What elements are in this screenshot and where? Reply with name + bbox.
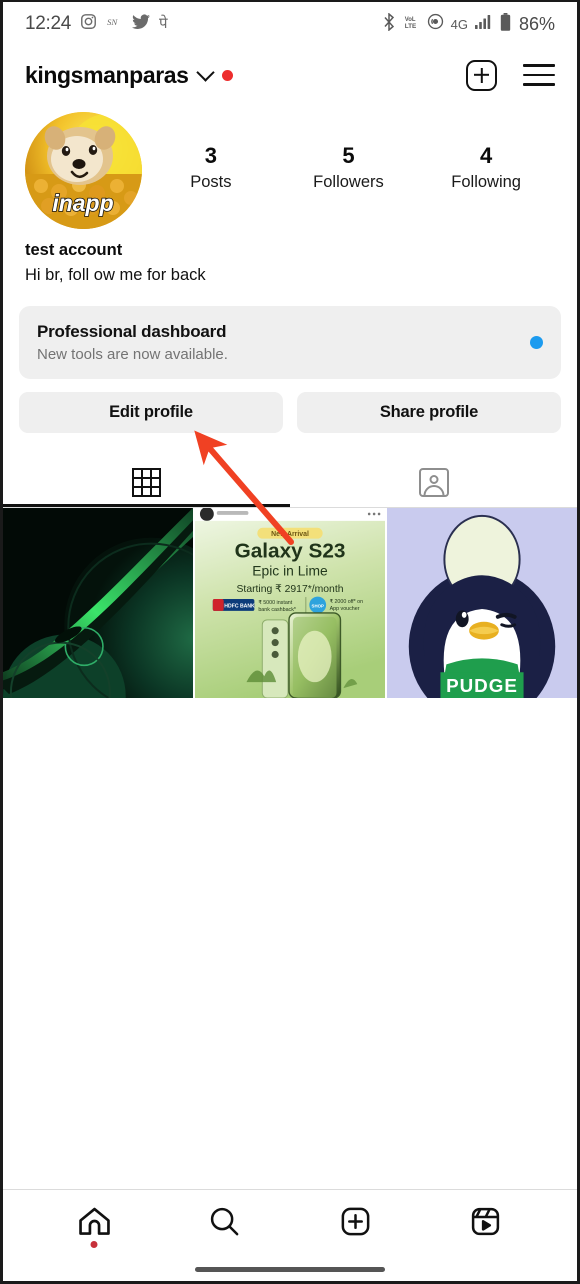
pudgy-penguin-nft: PUDGE (387, 507, 577, 698)
home-icon (78, 1207, 110, 1235)
active-tab-underline (3, 504, 290, 507)
profile-action-buttons: Edit profile Share profile (19, 391, 561, 433)
svg-text:New Arrival: New Arrival (271, 531, 309, 538)
svg-text:bank cashback*: bank cashback* (258, 606, 296, 612)
doge-meme-avatar: inapp (25, 112, 142, 229)
new-account-indicator (221, 69, 233, 81)
home-indicator (195, 1267, 385, 1272)
home-notification-badge (90, 1241, 98, 1248)
svg-text:पे: पे (159, 14, 168, 31)
galaxy-s23-sponsored-ad: New Arrival Galaxy S23 Epic in Lime Star… (195, 507, 385, 698)
stat-followers[interactable]: 5 Followers (305, 142, 391, 192)
following-label: Following (451, 172, 521, 191)
dashboard-subtitle: New tools are now available. (37, 345, 228, 363)
twitter-icon (132, 13, 151, 35)
posts-count: 3 (204, 143, 217, 168)
username-label: kingsmanparas (25, 61, 189, 88)
battery-icon (500, 12, 511, 36)
post-thumbnail-3[interactable]: PUDGE (387, 507, 577, 698)
clock: 12:24 (25, 13, 72, 34)
search-icon (211, 1207, 239, 1236)
profile-stats: 3 Posts 5 Followers 4 Following (142, 112, 555, 192)
followers-count: 5 (342, 143, 355, 168)
professional-dashboard-card[interactable]: Professional dashboard New tools are now… (19, 305, 561, 379)
sidebar-item-tagged-tab[interactable] (290, 459, 577, 507)
bio-block: test account Hi br, foll ow me for back (3, 229, 577, 288)
chevron-down-icon[interactable] (195, 62, 215, 82)
svg-text:₹ 2000 off* on: ₹ 2000 off* on (330, 599, 364, 605)
svg-text:LTE: LTE (404, 22, 416, 29)
svg-text:HDFC BANK: HDFC BANK (224, 603, 255, 609)
svg-text:Galaxy S23: Galaxy S23 (235, 539, 346, 562)
dark-green-abstract-wallpaper (3, 507, 193, 698)
svg-text:₹ 5000 instant: ₹ 5000 instant (258, 599, 292, 605)
avatar[interactable]: inapp (25, 112, 142, 229)
add-post-icon[interactable] (466, 59, 497, 91)
instagram-icon (80, 13, 97, 35)
dashboard-text: Professional dashboard New tools are now… (37, 322, 228, 363)
svg-text:SN: SN (107, 17, 118, 27)
grid-icon (132, 468, 161, 497)
signal-bars-icon (474, 14, 493, 34)
edit-profile-button[interactable]: Edit profile (19, 391, 283, 433)
add-box-icon (341, 1207, 370, 1236)
account-switcher[interactable]: kingsmanparas (25, 62, 233, 89)
bottom-nav-icons (3, 1190, 577, 1267)
dashboard-new-dot (530, 335, 543, 349)
svg-text:SHOP: SHOP (312, 603, 324, 608)
bluetooth-icon (382, 11, 396, 36)
volte-icon: VoL LTE (403, 13, 420, 36)
profile-summary: inapp 3 Posts 5 Followers 4 Following (3, 104, 577, 229)
status-bar: 12:24 SN पे VoL LTE 4G 86% (3, 2, 577, 46)
post-thumbnail-1[interactable] (3, 507, 193, 698)
svg-text:Epic in Lime: Epic in Lime (252, 562, 328, 578)
share-profile-button[interactable]: Share profile (297, 391, 561, 433)
svg-text:Starting ₹ 2917*/month: Starting ₹ 2917*/month (237, 584, 344, 595)
display-name: test account (25, 241, 123, 259)
profile-tabs (3, 459, 577, 507)
nav-create-tab[interactable] (290, 1206, 421, 1237)
post-grid: New Arrival Galaxy S23 Epic in Lime Star… (3, 507, 577, 698)
phone-screen: 12:24 SN पे VoL LTE 4G 86% kingsmanparas… (0, 0, 580, 1284)
phonepe-icon: पे (159, 13, 173, 36)
reels-icon (472, 1207, 500, 1236)
battery-percent: 86% (518, 13, 555, 34)
svg-text:App voucher: App voucher (330, 605, 360, 611)
following-count: 4 (480, 143, 493, 168)
header-actions (466, 59, 555, 91)
post-thumbnail-2[interactable]: New Arrival Galaxy S23 Epic in Lime Star… (195, 507, 385, 698)
status-bar-right: VoL LTE 4G 86% (382, 11, 555, 36)
svg-text:inapp: inapp (52, 190, 113, 216)
nav-search-tab[interactable] (160, 1206, 291, 1237)
sn-icon: SN (106, 14, 123, 34)
followers-label: Followers (313, 172, 384, 191)
posts-label: Posts (190, 172, 232, 191)
hotspot-icon (427, 13, 444, 35)
profile-header: kingsmanparas (3, 46, 577, 104)
tagged-person-icon (418, 468, 449, 497)
dashboard-title: Professional dashboard (37, 321, 227, 341)
bottom-navigation (3, 1189, 577, 1281)
sidebar-item-grid-tab[interactable] (3, 459, 290, 507)
network-type: 4G (450, 16, 468, 32)
stat-following[interactable]: 4 Following (443, 142, 529, 192)
svg-text:PUDGE: PUDGE (446, 675, 518, 696)
nav-reels-tab[interactable] (421, 1206, 552, 1237)
bio-text: Hi br, foll ow me for back (25, 265, 206, 284)
status-bar-left: 12:24 SN पे (25, 13, 173, 36)
stat-posts[interactable]: 3 Posts (168, 142, 254, 192)
nav-home-tab[interactable] (29, 1206, 160, 1248)
hamburger-menu-icon[interactable] (523, 64, 555, 86)
